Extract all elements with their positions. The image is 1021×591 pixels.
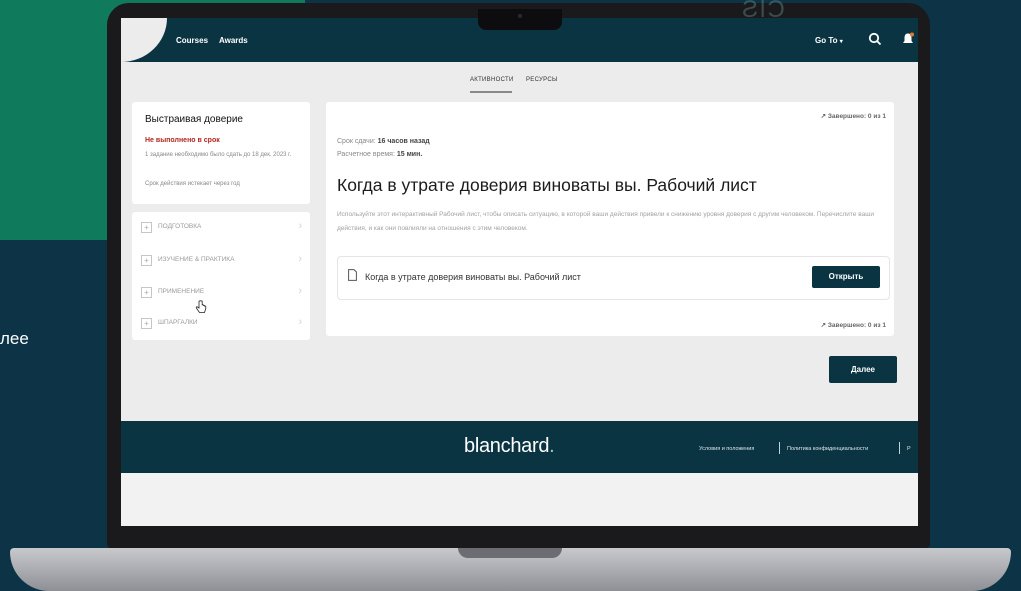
active-tab-underline: [470, 91, 512, 93]
bell-icon[interactable]: [901, 32, 915, 46]
brand-logo: blanchard.: [464, 435, 555, 458]
status-overdue: Не выполнено в срок: [145, 137, 220, 144]
document-icon: [348, 269, 357, 281]
step-learning-practice[interactable]: + ИЗУЧЕНИЕ & ПРАКТИКА ›: [132, 245, 310, 275]
chevron-right-icon: ›: [298, 285, 302, 297]
trend-icon: ↗: [820, 322, 827, 329]
resource-row: Когда в утрате доверия виноваты вы. Рабо…: [337, 256, 890, 300]
step-label: ИЗУЧЕНИЕ & ПРАКТИКА: [158, 256, 235, 263]
progress-text: Завершено: 0 из 1: [827, 113, 886, 120]
search-icon[interactable]: [868, 32, 882, 46]
header-curve: [121, 18, 167, 62]
time-row: Расчетное время: 15 мин.: [337, 151, 422, 158]
footer-separator: [899, 442, 900, 454]
goto-menu[interactable]: Go To ▾: [815, 36, 843, 45]
course-summary-card: Выстраивая доверие Не выполнено в срок 1…: [132, 102, 310, 204]
progress-bottom: ↗ Завершено: 0 из 1: [821, 321, 886, 329]
time-label: Расчетное время:: [337, 151, 395, 158]
chevron-right-icon: ›: [298, 220, 302, 232]
plus-icon: +: [141, 318, 152, 329]
tab-resources[interactable]: РЕСУРСЫ: [526, 77, 558, 83]
course-steps-list: + ПОДГОТОВКА › + ИЗУЧЕНИЕ & ПРАКТИКА › +…: [132, 212, 310, 340]
goto-label: Go To: [815, 36, 838, 45]
due-label: Срок сдачи:: [337, 138, 376, 145]
nav-awards-link[interactable]: Awards: [219, 36, 248, 45]
activity-card: ↗ Завершено: 0 из 1 Срок сдачи: 16 часов…: [326, 102, 894, 336]
due-value: 16 часов назад: [377, 138, 430, 145]
privacy-link[interactable]: Политика конфиденциальности: [787, 446, 868, 452]
trend-icon: ↗: [820, 113, 827, 120]
expiry-note: Срок действия истекает через год: [145, 181, 240, 187]
brand-name: blanchard: [464, 435, 550, 457]
step-cheatsheets[interactable]: + ШПАРГАЛКИ ›: [132, 308, 310, 338]
activity-title: Когда в утрате доверия виноваты вы. Рабо…: [337, 175, 757, 195]
activity-description: Используйте этот интерактивный Рабочий л…: [337, 211, 875, 232]
step-label: ПОДГОТОВКА: [158, 223, 202, 230]
open-button[interactable]: Открыть: [812, 266, 880, 288]
plus-icon: +: [141, 287, 152, 298]
page-bottom-area: [121, 473, 918, 526]
chevron-right-icon: ›: [298, 253, 302, 265]
activity-tabs: АКТИВНОСТИ РЕСУРСЫ: [121, 62, 918, 100]
terms-link[interactable]: Условия и положения: [699, 446, 754, 452]
progress-top: ↗ Завершено: 0 из 1: [821, 112, 886, 120]
time-value: 15 мин.: [396, 151, 423, 158]
overdue-note: 1 задание необходимо было сдать до 18 де…: [145, 152, 292, 158]
footer-separator: [779, 442, 780, 454]
laptop-screen: Courses Awards Go To ▾ АКТИВНОСТИ РЕСУРС…: [121, 18, 918, 526]
hand-cursor-icon: [195, 300, 207, 313]
step-label: ПРИМЕНЕНИЕ: [158, 288, 205, 295]
brand-dot: .: [549, 435, 555, 457]
nav-courses-link[interactable]: Courses: [176, 36, 208, 45]
tab-activities[interactable]: АКТИВНОСТИ: [470, 77, 514, 83]
step-preparation[interactable]: + ПОДГОТОВКА ›: [132, 212, 310, 242]
plus-icon: +: [141, 255, 152, 266]
laptop-base-groove: [458, 548, 562, 558]
step-label: ШПАРГАЛКИ: [158, 319, 198, 326]
resource-title: Когда в утрате доверия виноваты вы. Рабо…: [365, 272, 581, 282]
laptop-base: [10, 548, 1011, 591]
footer-link-cut[interactable]: Р: [907, 446, 911, 452]
camera-notch: [478, 9, 562, 30]
step-application[interactable]: + ПРИМЕНЕНИЕ ›: [132, 277, 310, 307]
progress-text: Завершено: 0 из 1: [827, 322, 886, 329]
plus-icon: +: [141, 222, 152, 233]
site-footer: blanchard. Условия и положения Политика …: [121, 421, 918, 473]
cropped-slide-text: лее: [0, 329, 29, 348]
chevron-down-icon: ▾: [839, 39, 843, 45]
course-title: Выстраивая доверие: [145, 114, 243, 125]
chevron-right-icon: ›: [298, 316, 302, 328]
due-row: Срок сдачи: 16 часов назад: [337, 138, 430, 145]
camera-icon: [518, 14, 522, 18]
next-button[interactable]: Далее: [829, 356, 897, 383]
